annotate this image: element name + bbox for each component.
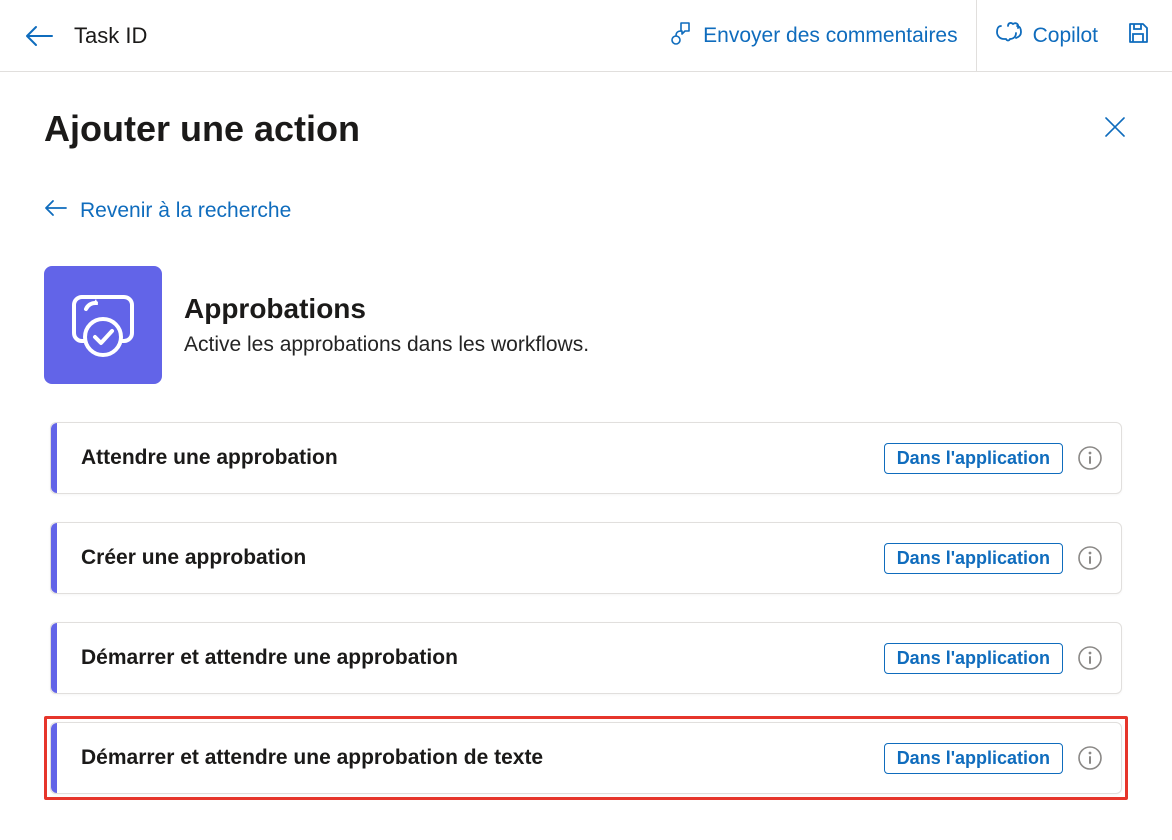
in-app-badge: Dans l'application — [884, 743, 1063, 774]
approvals-connector-icon — [44, 266, 162, 384]
page-title: Task ID — [74, 23, 147, 49]
action-item[interactable]: Attendre une approbationDans l'applicati… — [50, 422, 1122, 494]
topbar-left: Task ID — [24, 23, 649, 49]
action-list: Attendre une approbationDans l'applicati… — [44, 416, 1128, 800]
feedback-label: Envoyer des commentaires — [703, 24, 957, 48]
panel-header: Ajouter une action — [44, 108, 1128, 150]
action-label: Créer une approbation — [57, 546, 884, 570]
back-arrow-small-icon — [44, 198, 68, 224]
action-label: Démarrer et attendre une approbation de … — [57, 746, 884, 770]
in-app-badge: Dans l'application — [884, 443, 1063, 474]
action-item[interactable]: Démarrer et attendre une approbationDans… — [50, 622, 1122, 694]
copilot-button[interactable]: Copilot — [977, 0, 1116, 72]
in-app-badge: Dans l'application — [884, 543, 1063, 574]
action-item-wrap: Créer une approbationDans l'application — [44, 516, 1128, 600]
connector-header: Approbations Active les approbations dan… — [44, 266, 1128, 384]
copilot-icon — [995, 20, 1023, 52]
save-icon — [1126, 21, 1150, 51]
content: Ajouter une action Revenir à la recherch… — [0, 72, 1172, 840]
action-item[interactable]: Créer une approbationDans l'application — [50, 522, 1122, 594]
in-app-badge: Dans l'application — [884, 643, 1063, 674]
action-label: Attendre une approbation — [57, 446, 884, 470]
info-icon[interactable] — [1077, 645, 1103, 671]
connector-title: Approbations — [184, 293, 589, 325]
topbar-right: Envoyer des commentaires Copilot — [649, 0, 1160, 72]
close-icon[interactable] — [1102, 114, 1128, 145]
action-item-wrap: Démarrer et attendre une approbationDans… — [44, 616, 1128, 700]
action-item-wrap: Démarrer et attendre une approbation de … — [44, 716, 1128, 800]
back-to-search-label: Revenir à la recherche — [80, 199, 291, 223]
connector-description: Active les approbations dans les workflo… — [184, 333, 589, 357]
topbar: Task ID Envoyer des commentaires Copilot — [0, 0, 1172, 72]
feedback-button[interactable]: Envoyer des commentaires — [649, 0, 975, 72]
info-icon[interactable] — [1077, 545, 1103, 571]
info-icon[interactable] — [1077, 445, 1103, 471]
action-item-wrap: Attendre une approbationDans l'applicati… — [44, 416, 1128, 500]
panel-title: Ajouter une action — [44, 108, 360, 150]
feedback-icon — [667, 20, 693, 52]
action-label: Démarrer et attendre une approbation — [57, 646, 884, 670]
back-arrow-icon[interactable] — [24, 24, 54, 48]
save-button[interactable] — [1116, 0, 1160, 72]
connector-text: Approbations Active les approbations dan… — [184, 293, 589, 357]
action-item[interactable]: Démarrer et attendre une approbation de … — [50, 722, 1122, 794]
copilot-label: Copilot — [1033, 24, 1098, 48]
info-icon[interactable] — [1077, 745, 1103, 771]
back-to-search-link[interactable]: Revenir à la recherche — [44, 198, 291, 224]
